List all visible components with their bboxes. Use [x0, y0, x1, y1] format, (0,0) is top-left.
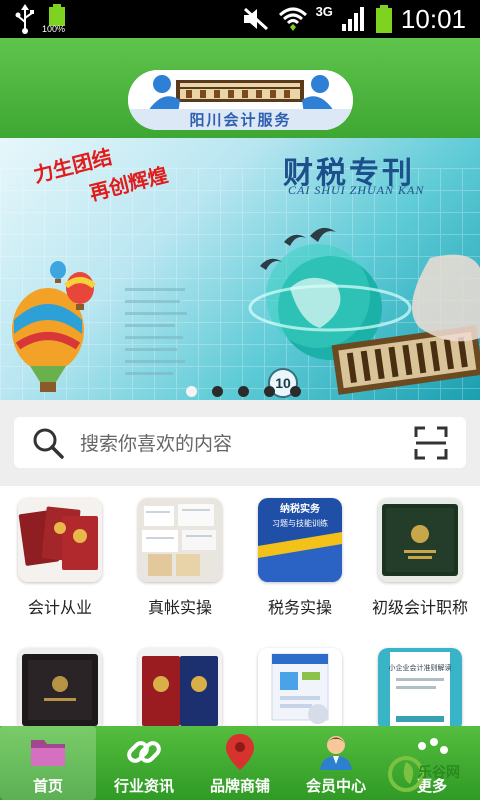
logo-text: 阳川会计服务 [128, 109, 353, 130]
battery-percent-label: 100% [42, 24, 66, 34]
tab-label: 品牌商铺 [209, 777, 270, 795]
category-grid: 会计从业 真帐实操 纳税实务 习题与技能训练 税务实操 初级会计职称 小企业会计… [0, 486, 480, 732]
tab-brand-shops[interactable]: 品牌商铺 [192, 726, 288, 800]
category-thumbnail: 纳税实务 习题与技能训练 [258, 498, 342, 582]
search-icon[interactable] [32, 427, 64, 459]
carousel-dot[interactable] [186, 386, 197, 397]
category-item[interactable]: 会计从业 [0, 486, 120, 617]
category-label: 税务实操 [267, 598, 332, 617]
app-header: 阳川会计服务 [0, 38, 480, 138]
category-label: 真帐实操 [147, 598, 212, 617]
folder-icon [31, 740, 65, 766]
category-thumbnail [378, 498, 462, 582]
search-bar[interactable]: 搜索你喜欢的内容 [14, 417, 466, 468]
category-label: 会计从业 [27, 598, 92, 617]
category-thumbnail [18, 498, 102, 582]
svg-text:习题与技能训练: 习题与技能训练 [272, 518, 328, 528]
tab-home[interactable]: 首页 [0, 726, 96, 800]
scan-icon[interactable] [414, 426, 448, 460]
category-thumbnail [138, 498, 222, 582]
hand-icon [412, 254, 480, 342]
category-thumbnail: 小企业会计准则解读 [378, 648, 462, 732]
tab-industry-news[interactable]: 行业资讯 [96, 726, 192, 800]
tab-label: 会员中心 [305, 777, 366, 795]
carousel-dot[interactable] [238, 386, 249, 397]
category-thumbnail [18, 648, 102, 732]
carousel-dot[interactable] [290, 386, 301, 397]
tab-member-center[interactable]: 会员中心 [288, 726, 384, 800]
carousel-dot[interactable] [212, 386, 223, 397]
company-logo[interactable]: 阳川会计服务 [128, 70, 353, 130]
carousel-indicator [186, 386, 301, 397]
watermark-text: 乐谷网 [418, 765, 460, 781]
category-thumbnail [138, 648, 222, 732]
map-pin-icon [226, 734, 254, 770]
network-type-label: 3G [315, 3, 333, 19]
svg-text:小企业会计准则解读: 小企业会计准则解读 [389, 663, 452, 672]
svg-text:纳税实务: 纳税实务 [280, 502, 321, 515]
hot-air-balloon-icon [12, 288, 84, 392]
mute-icon [243, 7, 268, 31]
tab-label: 首页 [32, 777, 63, 795]
category-item[interactable]: 真帐实操 [120, 486, 240, 617]
battery-small-indicator: 100% [42, 4, 68, 34]
hot-air-balloon-icon [50, 261, 66, 283]
category-thumbnail [258, 648, 342, 732]
banner-artwork [12, 227, 480, 395]
search-input[interactable]: 搜索你喜欢的内容 [80, 429, 232, 456]
category-item[interactable]: 初级会计职称 [360, 486, 480, 617]
banner-carousel[interactable]: 力生团结 再创辉煌 财税专刊 CAI SHUI ZHUAN KAN 10 [0, 138, 480, 400]
category-label: 初级会计职称 [371, 598, 468, 617]
battery-icon [375, 5, 392, 33]
clock: 10:01 [400, 3, 466, 34]
status-bar: 100% 3G 10:01 [0, 0, 480, 38]
category-item[interactable]: 纳税实务 习题与技能训练 税务实操 [240, 486, 360, 617]
signal-icon [341, 7, 364, 31]
search-section: 搜索你喜欢的内容 [0, 400, 480, 486]
carousel-dot[interactable] [264, 386, 275, 397]
user-icon [320, 736, 352, 770]
battery-icon [49, 4, 65, 26]
watermark: 乐谷网 [384, 730, 480, 800]
tab-label: 行业资讯 [113, 777, 174, 795]
wifi-icon [278, 7, 307, 31]
link-icon [127, 741, 161, 763]
usb-icon [15, 4, 34, 34]
